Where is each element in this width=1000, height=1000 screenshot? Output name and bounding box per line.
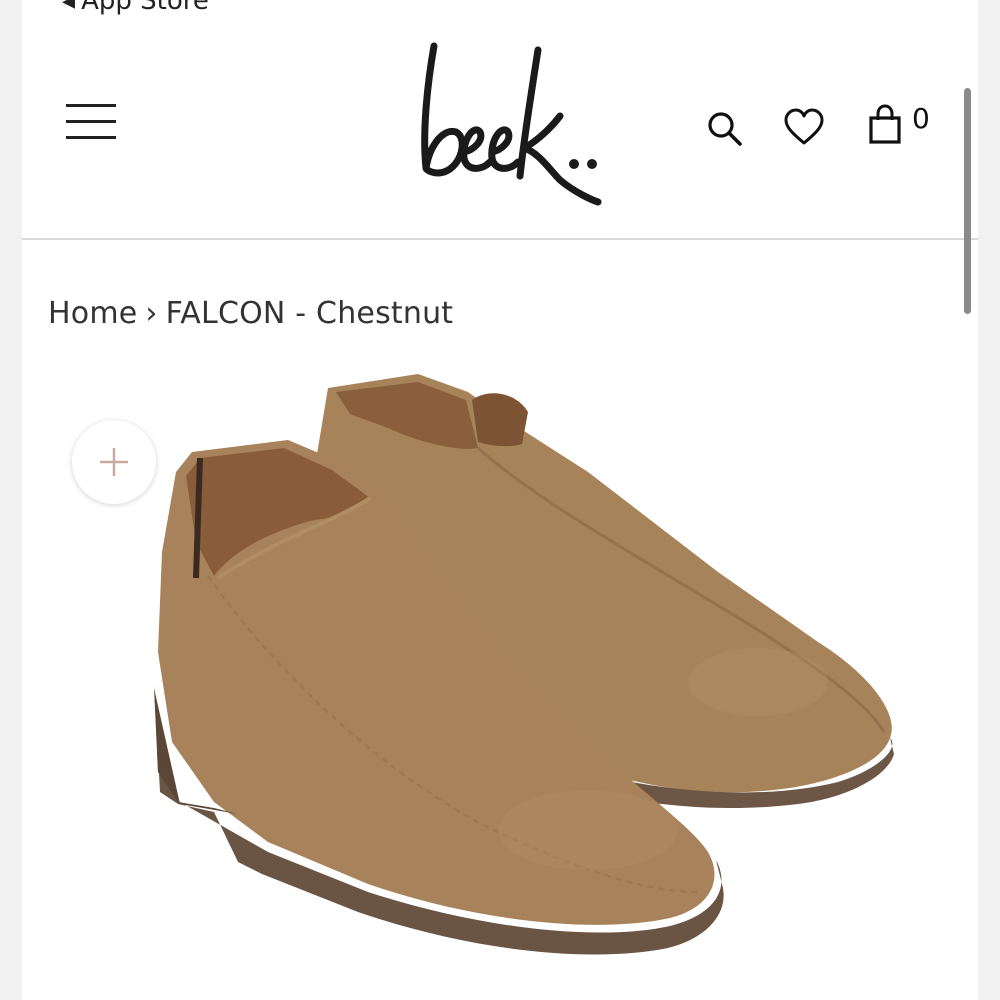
bag-icon[interactable] <box>867 104 907 146</box>
back-chevron-icon: ◂ <box>62 0 76 16</box>
breadcrumb-home-link[interactable]: Home <box>48 296 137 331</box>
header-divider <box>22 238 978 240</box>
breadcrumb: Home › FALCON - Chestnut <box>48 296 453 331</box>
scrollbar-thumb[interactable] <box>964 88 971 314</box>
breadcrumb-separator: › <box>145 296 158 331</box>
menu-icon-bar <box>66 120 116 123</box>
product-page: ◂ App Store 0 Home › FALCON - Chestnut <box>22 0 978 1000</box>
heart-icon[interactable] <box>784 108 824 148</box>
brand-logo[interactable] <box>400 40 605 210</box>
zoom-plus-button[interactable] <box>72 420 156 504</box>
breadcrumb-current: FALCON - Chestnut <box>165 296 454 331</box>
cart-count-badge: 0 <box>912 102 930 135</box>
product-image[interactable] <box>118 352 898 962</box>
menu-icon-bar <box>66 136 116 139</box>
search-icon[interactable] <box>706 110 744 148</box>
back-label: App Store <box>81 0 209 16</box>
menu-button[interactable] <box>66 104 116 142</box>
app-store-back-link[interactable]: ◂ App Store <box>62 0 209 16</box>
menu-icon-bar <box>66 104 116 107</box>
